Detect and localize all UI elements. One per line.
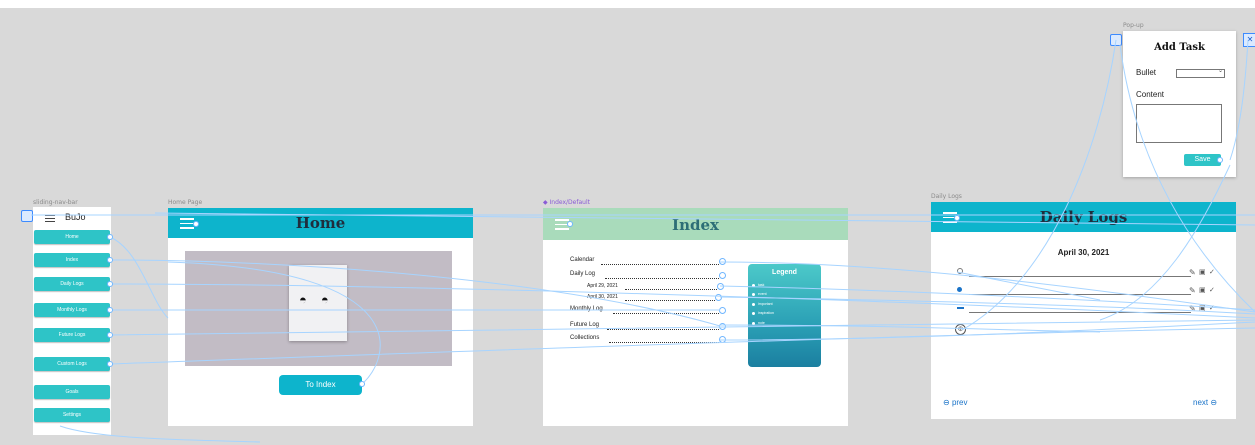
link-node[interactable] (717, 283, 724, 290)
popup-title: Add Task (1154, 42, 1205, 53)
dots-daily-log (605, 277, 719, 279)
legend-item-inspiration: inspiration (752, 311, 774, 315)
index-row-daily-log[interactable]: Daily Log (570, 271, 595, 277)
legend-item-task: task (751, 283, 765, 287)
home-page-frame: Home ◓◓ To Index (168, 208, 473, 426)
nav-item-daily-logs[interactable]: Daily Logs (34, 277, 110, 291)
index-row-april-30[interactable]: April 30, 2021 (587, 294, 618, 300)
legend-card: Legend task event important inspiration … (748, 264, 821, 367)
edit-icon[interactable]: ✎ (1189, 268, 1196, 277)
link-node[interactable] (719, 323, 726, 330)
bullet-row[interactable]: ✎ ▣ ✓ (957, 268, 1217, 278)
nav-item-home[interactable]: Home (34, 230, 110, 244)
frame-label-nav: sliding-nav-bar (33, 199, 78, 206)
dots-april-29 (625, 288, 717, 290)
edit-icon[interactable]: ✎ (1189, 286, 1196, 295)
nav-item-monthly-logs[interactable]: Monthly Logs (34, 303, 110, 317)
legend-item-note: note (752, 321, 765, 325)
daily-title: Daily Logs (1039, 208, 1128, 226)
nav-item-future-logs[interactable]: Future Logs (34, 328, 110, 342)
row-line (969, 276, 1191, 277)
home-title: Home (295, 214, 346, 232)
bullet-row[interactable]: ✎ ▣ ✓ (957, 304, 1217, 314)
index-title: Index (672, 216, 719, 234)
nav-brand: BuJo (65, 212, 86, 222)
next-arrow-icon: ⊖ (1210, 398, 1218, 407)
popup-frame: Add Task Bullet ⌄ Content Save (1123, 31, 1236, 177)
nav-item-index[interactable]: Index (34, 253, 110, 267)
home-hero-image: ◓◓ (185, 251, 452, 366)
index-row-calendar[interactable]: Calendar (570, 257, 594, 263)
legend-item-event: event (752, 292, 767, 296)
delete-icon[interactable]: ▣ (1199, 268, 1206, 276)
nav-item-settings[interactable]: Settings (34, 408, 110, 422)
check-icon[interactable]: ✓ (1209, 304, 1215, 312)
bullet-row[interactable]: ✎ ▣ ✓ (957, 286, 1217, 296)
link-node[interactable] (719, 307, 726, 314)
link-node[interactable] (719, 258, 726, 265)
popup-close-icon[interactable]: ✕ (1243, 33, 1255, 47)
prev-arrow-icon: ⊖ (943, 398, 950, 407)
dots-monthly-log (613, 312, 719, 314)
save-button[interactable]: Save (1184, 154, 1221, 166)
nav-item-goals[interactable]: Goals (34, 385, 110, 399)
prev-label: prev (951, 398, 968, 407)
index-row-april-29[interactable]: April 29, 2021 (587, 283, 618, 289)
legend-item-important: important (752, 302, 773, 306)
link-node[interactable] (719, 272, 726, 279)
edit-icon[interactable]: ✎ (1189, 304, 1196, 313)
add-task-icon[interactable]: ⊕ (955, 324, 966, 335)
home-header: Home (168, 208, 473, 238)
nav-hamburger-icon[interactable] (45, 215, 55, 222)
frame-label-home: Home Page (168, 199, 203, 206)
content-textarea[interactable] (1136, 104, 1222, 143)
row-line (969, 294, 1191, 295)
check-icon[interactable]: ✓ (1209, 268, 1215, 276)
task-bullet-icon (957, 268, 963, 274)
index-frame: Index Calendar Daily Log April 29, 2021 … (543, 208, 848, 426)
popup-open-icon[interactable] (1110, 34, 1122, 46)
event-bullet-icon (957, 287, 962, 292)
bullet-select[interactable]: ⌄ (1176, 68, 1225, 78)
link-node[interactable] (719, 336, 726, 343)
prev-button[interactable]: ⊖ prev (943, 398, 968, 407)
index-row-collections[interactable]: Collections (570, 335, 599, 341)
dots-collections (609, 341, 719, 343)
dots-calendar (601, 263, 719, 265)
delete-icon[interactable]: ▣ (1199, 304, 1206, 312)
note-bullet-icon (957, 307, 964, 309)
bullet-label: Bullet (1136, 68, 1157, 77)
legend-title: Legend (772, 269, 797, 276)
frame-label-index: ◆ Index/Default (543, 199, 590, 206)
dots-future-log (607, 328, 719, 330)
daily-header: Daily Logs (931, 202, 1236, 232)
row-line (969, 312, 1191, 313)
nav-item-custom-logs[interactable]: Custom Logs (34, 357, 110, 371)
index-header: Index (543, 208, 848, 240)
frame-label-popup: Pop-up (1123, 22, 1144, 29)
daily-date: April 30, 2021 (1057, 248, 1110, 257)
prototype-start-icon[interactable] (21, 210, 33, 222)
next-label: next (1193, 398, 1209, 407)
to-index-button[interactable]: To Index (279, 375, 362, 395)
dots-april-30 (625, 299, 715, 301)
notebook-illustration: ◓◓ (289, 265, 347, 341)
daily-logs-frame: Daily Logs April 30, 2021 ✎ ▣ ✓ ✎ ▣ ✓ ✎ … (931, 202, 1236, 419)
index-row-future-log[interactable]: Future Log (570, 322, 599, 328)
content-label: Content (1136, 90, 1165, 99)
index-row-monthly-log[interactable]: Monthly Log (570, 306, 603, 312)
check-icon[interactable]: ✓ (1209, 286, 1215, 294)
frame-label-daily: Daily Logs (931, 193, 962, 200)
link-node[interactable] (715, 294, 722, 301)
delete-icon[interactable]: ▣ (1199, 286, 1206, 294)
next-button[interactable]: next ⊖ (1193, 398, 1217, 407)
chevron-down-icon: ⌄ (1217, 68, 1223, 74)
notebook-eyes-icon: ◓◓ (299, 292, 343, 307)
